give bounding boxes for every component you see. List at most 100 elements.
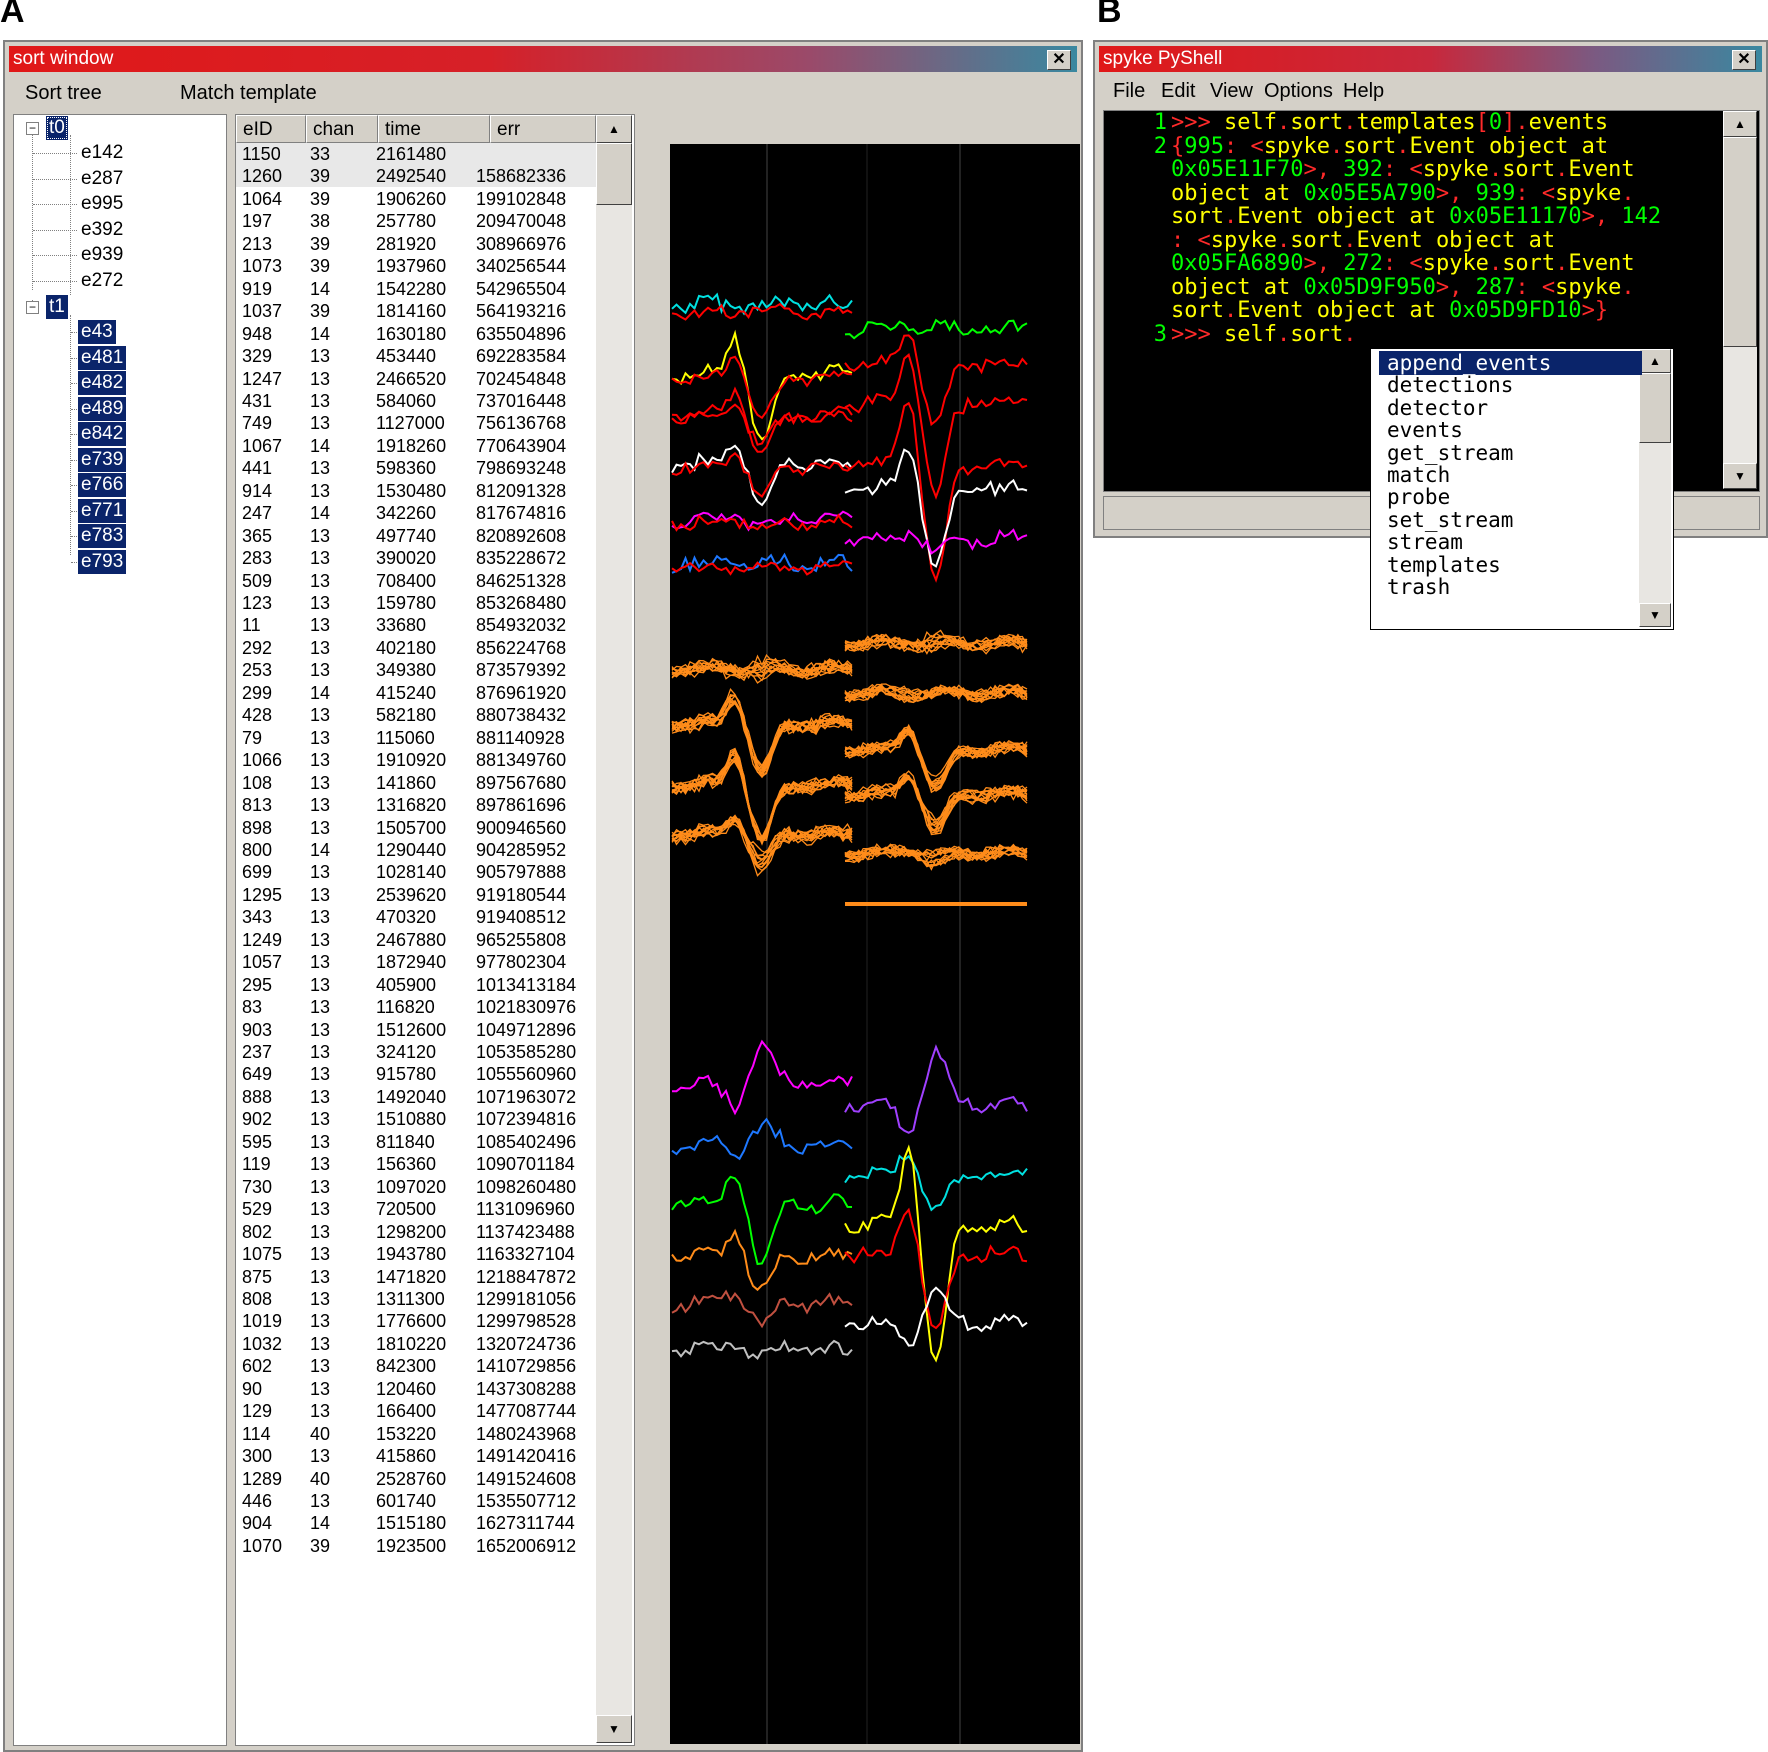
table-row[interactable]: 1247 13 2466520 702454848 bbox=[236, 368, 596, 390]
tree-node-e489[interactable]: e489 bbox=[78, 396, 127, 421]
table-row[interactable]: 1260 39 2492540 158682336 bbox=[236, 165, 596, 188]
table-row[interactable]: 1066 13 1910920 881349760 bbox=[236, 749, 596, 771]
table-row[interactable]: 888 13 1492040 1071963072 bbox=[236, 1086, 596, 1108]
autocomplete-item[interactable]: set_stream bbox=[1379, 508, 1642, 532]
table-row[interactable]: 247 14 342260 817674816 bbox=[236, 502, 596, 524]
table-row[interactable]: 299 14 415240 876961920 bbox=[236, 682, 596, 704]
autocomplete-item[interactable]: append_events bbox=[1379, 351, 1642, 375]
table-row[interactable]: 83 13 116820 1021830976 bbox=[236, 996, 596, 1018]
shell-scroll-thumb[interactable] bbox=[1723, 137, 1757, 347]
table-row[interactable]: 904 14 1515180 1627311744 bbox=[236, 1512, 596, 1534]
tree-node-e482[interactable]: e482 bbox=[78, 371, 127, 395]
table-row[interactable]: 602 13 842300 1410729856 bbox=[236, 1355, 596, 1377]
table-row[interactable]: 329 13 453440 692283584 bbox=[236, 345, 596, 367]
shell-scroll-up[interactable]: ▲ bbox=[1723, 111, 1757, 137]
tree-node-e43[interactable]: e43 bbox=[78, 320, 116, 344]
table-row[interactable]: 919 14 1542280 542965504 bbox=[236, 278, 596, 300]
autocomplete-item[interactable]: probe bbox=[1379, 485, 1642, 509]
tree-node-e783[interactable]: e783 bbox=[78, 524, 127, 548]
tree-node-e842[interactable]: e842 bbox=[78, 422, 127, 446]
table-row[interactable]: 749 13 1127000 756136768 bbox=[236, 412, 596, 434]
table-row[interactable]: 529 13 720500 1131096960 bbox=[236, 1198, 596, 1220]
tree-node-t1[interactable]: t1 bbox=[46, 295, 68, 319]
table-row[interactable]: 114 40 153220 1480243968 bbox=[236, 1423, 596, 1445]
table-row[interactable]: 1289 40 2528760 1491524608 bbox=[236, 1468, 596, 1490]
table-row[interactable]: 129 13 166400 1477087744 bbox=[236, 1400, 596, 1422]
table-row[interactable]: 903 13 1512600 1049712896 bbox=[236, 1019, 596, 1041]
column-header-eid[interactable]: eID bbox=[236, 115, 306, 143]
table-row[interactable]: 1057 13 1872940 977802304 bbox=[236, 951, 596, 973]
menu-options[interactable]: Options bbox=[1264, 80, 1333, 103]
table-row[interactable]: 1067 14 1918260 770643904 bbox=[236, 435, 596, 457]
tab-sort-tree[interactable]: Sort tree bbox=[25, 82, 102, 105]
table-row[interactable]: 283 13 390020 835228672 bbox=[236, 547, 596, 569]
close-icon[interactable]: ✕ bbox=[1732, 50, 1756, 70]
autocomplete-scrollbar[interactable]: ▲ ▼ bbox=[1639, 349, 1671, 627]
shell-code[interactable]: 1 >>> self.sort.templates[0].events 2 {995:… bbox=[1112, 111, 1661, 346]
tree-node-e392[interactable]: e392 bbox=[78, 218, 126, 242]
table-row[interactable]: 365 13 497740 820892608 bbox=[236, 525, 596, 547]
table-row[interactable]: 446 13 601740 1535507712 bbox=[236, 1490, 596, 1512]
tree-node-e771[interactable]: e771 bbox=[78, 498, 127, 523]
table-row[interactable]: 1075 13 1943780 1163327104 bbox=[236, 1243, 596, 1265]
table-row[interactable]: 1150 33 2161480 bbox=[236, 143, 596, 165]
tree-node-t0[interactable]: t0 bbox=[46, 116, 68, 140]
table-row[interactable]: 11 13 33680 854932032 bbox=[236, 614, 596, 636]
table-row[interactable]: 948 14 1630180 635504896 bbox=[236, 323, 596, 345]
shell-scroll-down[interactable]: ▼ bbox=[1723, 463, 1757, 489]
tree-node-e287[interactable]: e287 bbox=[78, 167, 126, 191]
menu-file[interactable]: File bbox=[1113, 80, 1145, 103]
table-row[interactable]: 902 13 1510880 1072394816 bbox=[236, 1108, 596, 1130]
ac-scroll-down[interactable]: ▼ bbox=[1639, 603, 1671, 627]
tree-node-e793[interactable]: e793 bbox=[78, 549, 127, 574]
table-row[interactable]: 300 13 415860 1491420416 bbox=[236, 1445, 596, 1467]
table-row[interactable]: 1037 39 1814160 564193216 bbox=[236, 300, 596, 322]
tree-node-e739[interactable]: e739 bbox=[78, 447, 127, 472]
close-icon[interactable]: ✕ bbox=[1047, 50, 1071, 70]
table-row[interactable]: 509 13 708400 846251328 bbox=[236, 570, 596, 592]
table-row[interactable]: 808 13 1311300 1299181056 bbox=[236, 1288, 596, 1310]
table-row[interactable]: 123 13 159780 853268480 bbox=[236, 592, 596, 614]
table-row[interactable]: 428 13 582180 880738432 bbox=[236, 704, 596, 726]
table-row[interactable]: 1249 13 2467880 965255808 bbox=[236, 929, 596, 951]
table-row[interactable]: 730 13 1097020 1098260480 bbox=[236, 1176, 596, 1198]
tree-node-e995[interactable]: e995 bbox=[78, 192, 126, 216]
table-row[interactable]: 649 13 915780 1055560960 bbox=[236, 1063, 596, 1085]
tree-node-e766[interactable]: e766 bbox=[78, 473, 127, 497]
tab-match-template[interactable]: Match template bbox=[180, 82, 317, 105]
autocomplete-item[interactable]: trash bbox=[1379, 575, 1642, 599]
autocomplete-item[interactable]: templates bbox=[1379, 553, 1642, 577]
pyshell-titlebar[interactable]: spyke PyShell ✕ bbox=[1099, 46, 1762, 72]
table-row[interactable]: 1032 13 1810220 1320724736 bbox=[236, 1333, 596, 1355]
tree-node-e272[interactable]: e272 bbox=[78, 269, 126, 293]
table-row[interactable]: 802 13 1298200 1137423488 bbox=[236, 1221, 596, 1243]
sort-window-titlebar[interactable]: sort window ✕ bbox=[9, 46, 1077, 72]
shell-scrollbar[interactable]: ▲ ▼ bbox=[1723, 111, 1757, 489]
scroll-down-button[interactable]: ▼ bbox=[596, 1715, 632, 1743]
autocomplete-list[interactable]: ▲ ▼ append_events detections detector event… bbox=[1370, 348, 1674, 630]
column-header-time[interactable]: time bbox=[378, 115, 490, 143]
autocomplete-item[interactable]: events bbox=[1379, 418, 1642, 442]
table-row[interactable]: 914 13 1530480 812091328 bbox=[236, 480, 596, 502]
table-row[interactable]: 119 13 156360 1090701184 bbox=[236, 1153, 596, 1175]
table-row[interactable]: 253 13 349380 873579392 bbox=[236, 659, 596, 681]
tree-node-e142[interactable]: e142 bbox=[78, 141, 126, 165]
table-row[interactable]: 237 13 324120 1053585280 bbox=[236, 1041, 596, 1063]
table-row[interactable]: 431 13 584060 737016448 bbox=[236, 390, 596, 412]
table-row[interactable]: 1073 39 1937960 340256544 bbox=[236, 255, 596, 277]
menu-help[interactable]: Help bbox=[1343, 80, 1384, 103]
ac-scroll-thumb[interactable] bbox=[1639, 373, 1671, 443]
column-header-err[interactable]: err bbox=[490, 115, 596, 143]
table-row[interactable]: 292 13 402180 856224768 bbox=[236, 637, 596, 659]
table-row[interactable]: 295 13 405900 1013413184 bbox=[236, 974, 596, 996]
list-scrollbar[interactable]: ▲ ▼ bbox=[596, 115, 632, 1743]
autocomplete-item[interactable]: detections bbox=[1379, 373, 1642, 397]
menu-edit[interactable]: Edit bbox=[1161, 80, 1195, 103]
table-row[interactable]: 1019 13 1776600 1299798528 bbox=[236, 1310, 596, 1332]
table-row[interactable]: 108 13 141860 897567680 bbox=[236, 772, 596, 794]
menu-view[interactable]: View bbox=[1210, 80, 1253, 103]
collapse-t1-icon[interactable]: − bbox=[26, 301, 39, 314]
table-row[interactable]: 898 13 1505700 900946560 bbox=[236, 817, 596, 839]
table-row[interactable]: 1295 13 2539620 919180544 bbox=[236, 884, 596, 906]
ac-scroll-up[interactable]: ▲ bbox=[1639, 349, 1671, 373]
